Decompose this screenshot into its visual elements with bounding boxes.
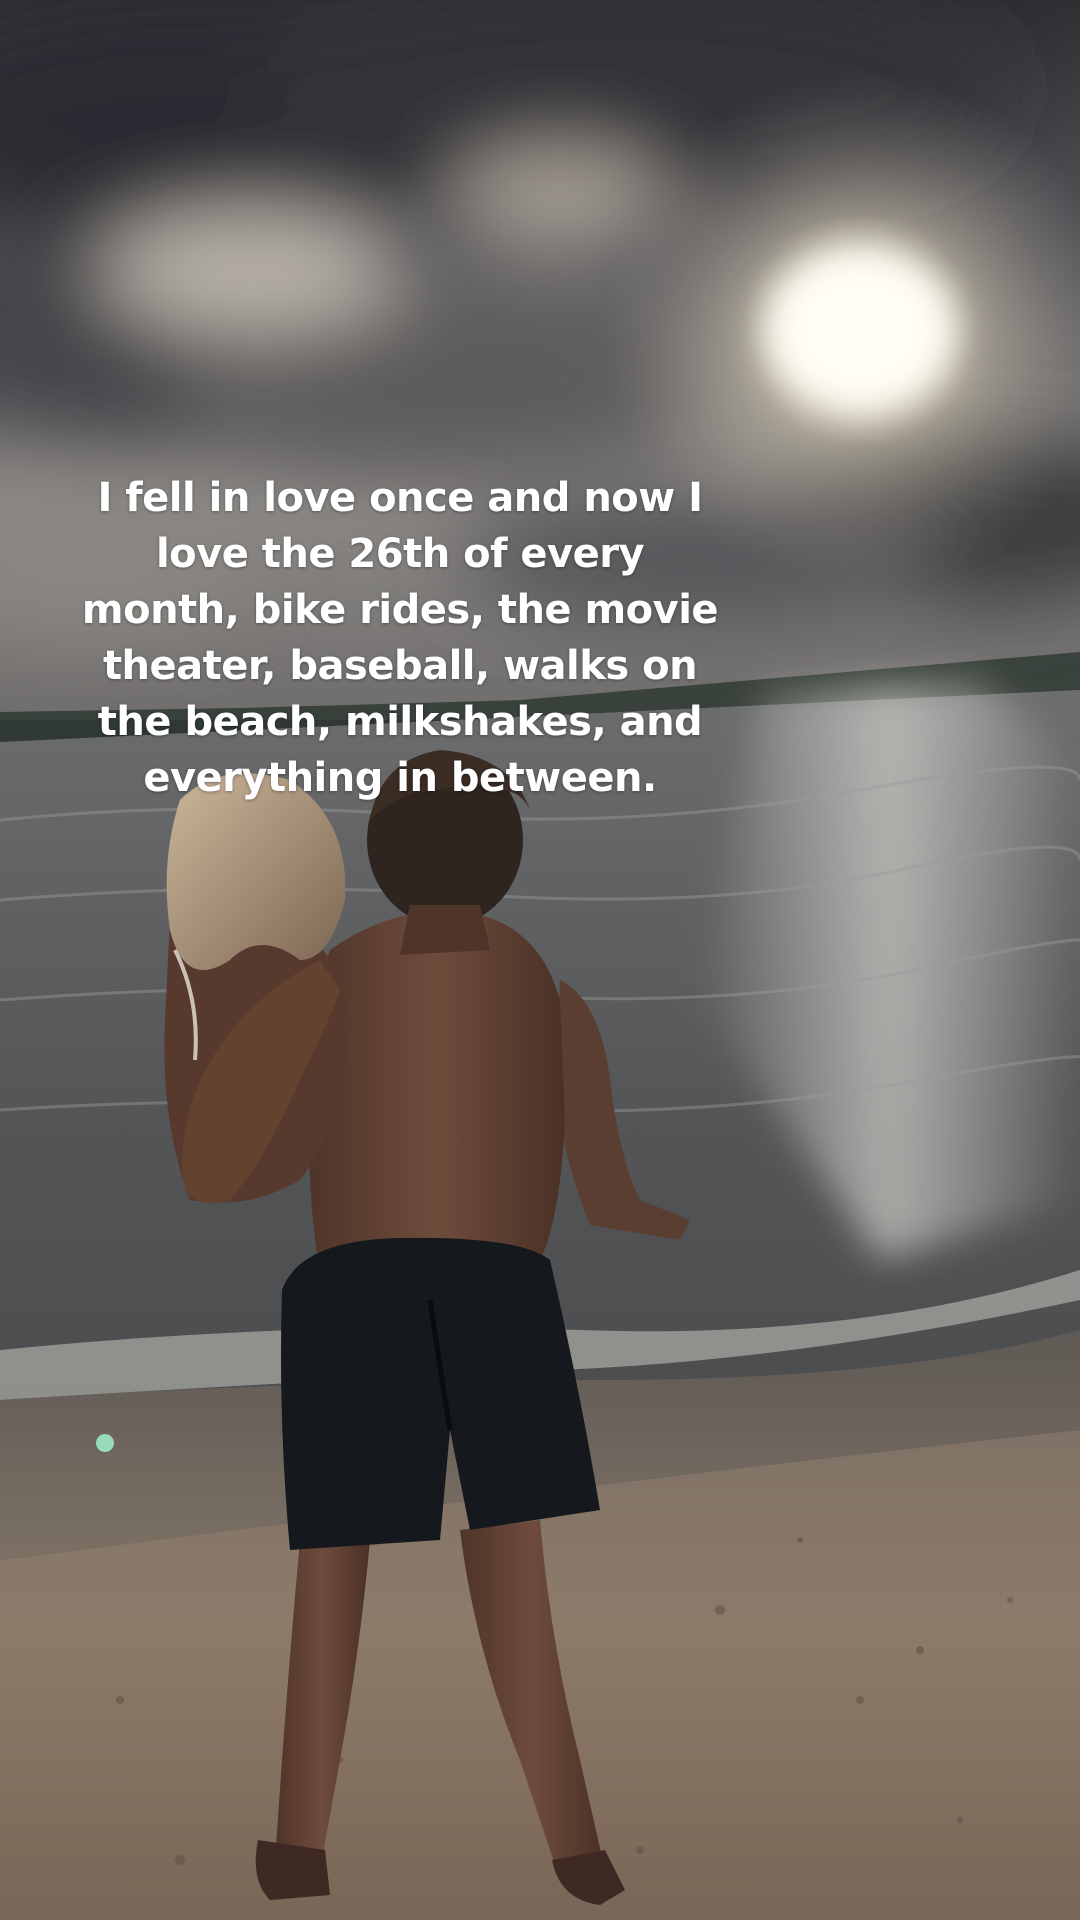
shorts [281, 1237, 600, 1550]
torso [308, 911, 565, 1275]
sun [765, 250, 955, 410]
neck [400, 905, 490, 955]
story-frame: I fell in love once and now I love the 2… [0, 0, 1080, 1920]
beach-photo [0, 0, 1080, 1920]
story-caption: I fell in love once and now I love the 2… [81, 475, 719, 801]
lens-flare [96, 1434, 114, 1452]
